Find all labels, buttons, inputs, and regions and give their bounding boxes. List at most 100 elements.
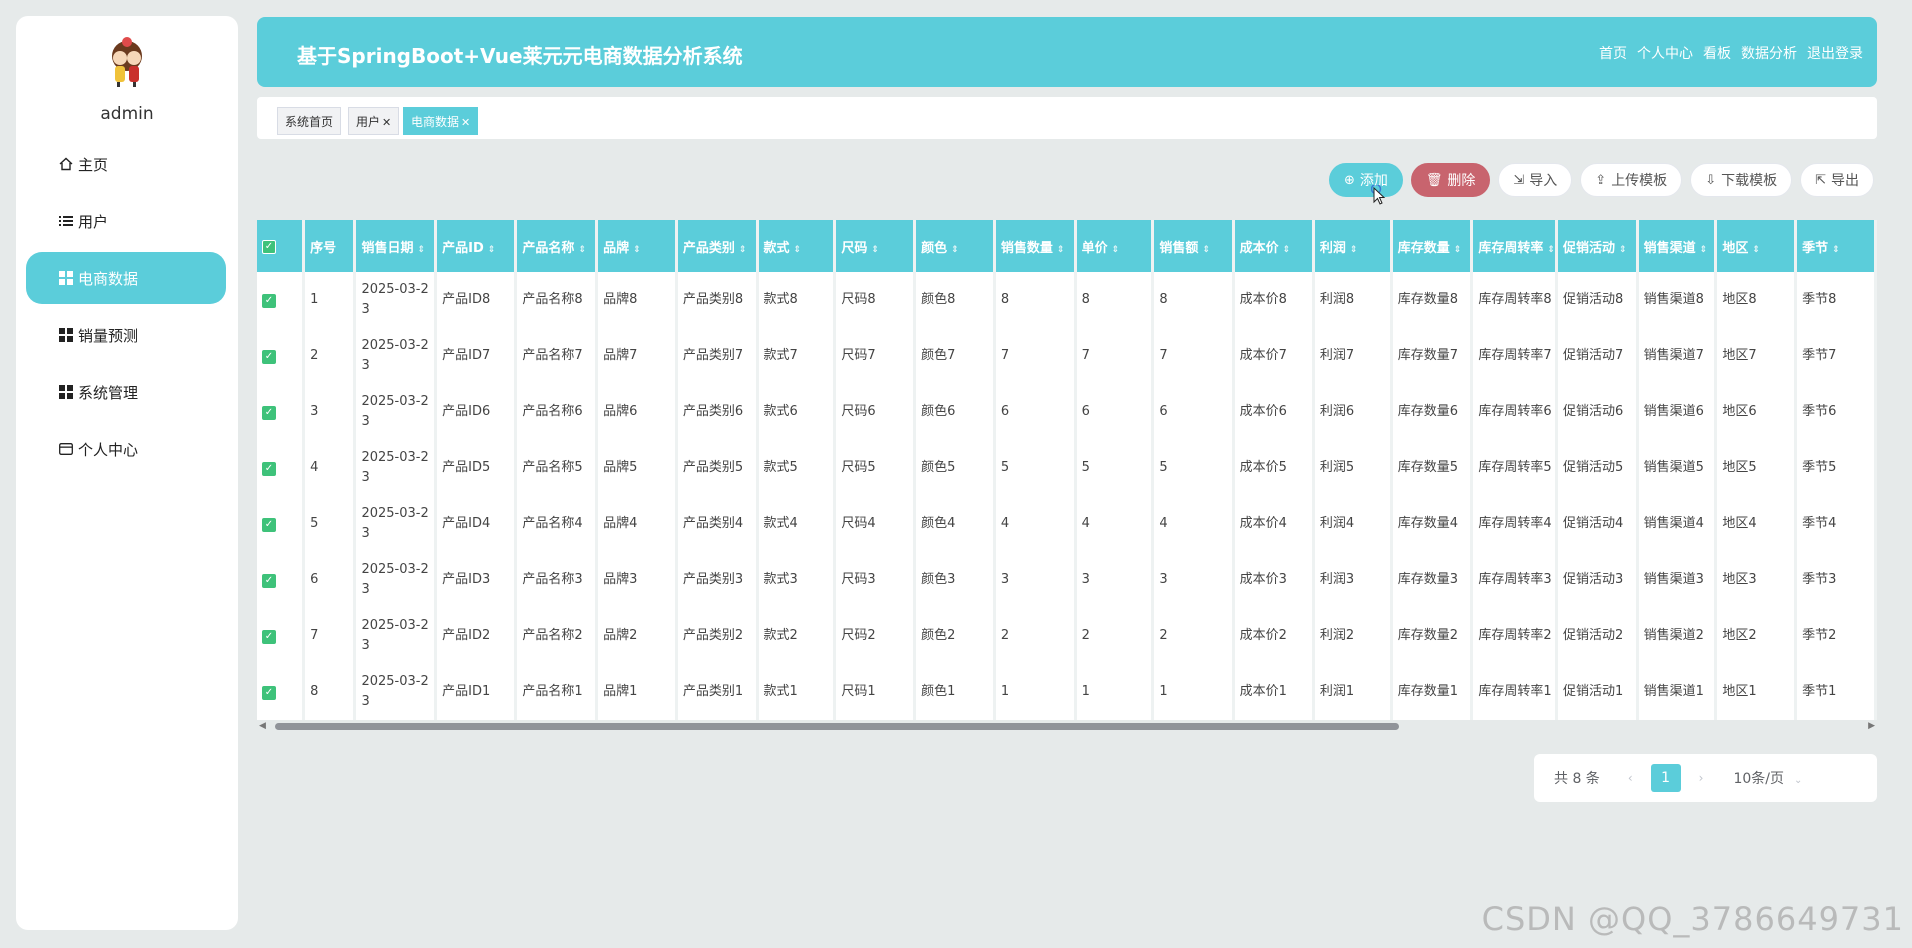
cell-cost-price: 成本价1	[1235, 664, 1315, 720]
table-row[interactable]: ✓ 5 2025-03-23 产品ID4 产品名称4 品牌4 产品类别4 款式4 尺码4 颜色4 4…	[257, 496, 1877, 552]
avatar[interactable]	[104, 36, 150, 88]
nav-dashboard[interactable]: 看板	[1703, 43, 1731, 63]
row-checkbox[interactable]: ✓	[262, 406, 276, 420]
sort-icon[interactable]: ⇕	[1283, 245, 1291, 255]
delete-button[interactable]: 🗑 删除	[1410, 163, 1491, 197]
download-template-button[interactable]: ⇩ 下载模板	[1690, 163, 1793, 197]
sidebar-item-system-management[interactable]: 系统管理	[26, 366, 226, 418]
select-all-checkbox[interactable]: ✓	[262, 240, 276, 254]
table-row[interactable]: ✓ 4 2025-03-23 产品ID5 产品名称5 品牌5 产品类别5 款式5 尺码5 颜色5 5…	[257, 440, 1877, 496]
column-header-unit-price[interactable]: 单价 ⇕	[1076, 220, 1155, 272]
cell-sales-amount: 6	[1154, 384, 1235, 440]
column-header-label: 产品类别	[682, 240, 735, 256]
sidebar-item-sales-forecast[interactable]: 销量预测	[26, 309, 226, 361]
prev-page-icon[interactable]: ‹	[1628, 771, 1633, 785]
card-icon	[58, 441, 74, 457]
row-checkbox[interactable]: ✓	[262, 630, 276, 644]
data-table: ✓ 序号 销售日期 ⇕ 产品ID ⇕ 产品名称 ⇕ 品牌 ⇕ 产品类别 ⇕ 款式 ⇕ 尺码 ⇕ 颜色 ⇕ 销售数量…	[257, 220, 1877, 720]
column-header-brand[interactable]: 品牌 ⇕	[598, 220, 678, 272]
close-icon[interactable]: ✕	[382, 116, 391, 129]
table-row[interactable]: ✓ 2 2025-03-23 产品ID7 产品名称7 品牌7 产品类别7 款式7 尺码7 颜色7 7…	[257, 328, 1877, 384]
column-header-style[interactable]: 款式 ⇕	[758, 220, 837, 272]
table-row[interactable]: ✓ 1 2025-03-23 产品ID8 产品名称8 品牌8 产品类别8 款式8 尺码8 颜色8 8…	[257, 272, 1877, 328]
add-button[interactable]: ⊕ 添加	[1328, 163, 1403, 197]
sort-icon[interactable]: ⇕	[1832, 245, 1840, 255]
cell-sales-channel: 销售渠道7	[1639, 328, 1718, 384]
sort-icon[interactable]: ⇕	[1700, 245, 1708, 255]
column-header-product-category[interactable]: 产品类别 ⇕	[677, 220, 759, 272]
nav-data-analysis[interactable]: 数据分析	[1741, 43, 1797, 63]
table-row[interactable]: ✓ 6 2025-03-23 产品ID3 产品名称3 品牌3 产品类别3 款式3 尺码3 颜色3 3…	[257, 552, 1877, 608]
sort-icon[interactable]: ⇕	[1202, 245, 1210, 255]
cell-sales-qty: 1	[996, 664, 1077, 720]
tab-users[interactable]: 用户 ✕	[348, 107, 400, 135]
upload-template-button[interactable]: ⇪ 上传模板	[1580, 163, 1683, 197]
column-header-region[interactable]: 地区 ⇕	[1717, 220, 1798, 272]
row-checkbox[interactable]: ✓	[262, 686, 276, 700]
sort-icon[interactable]: ⇕	[794, 245, 802, 255]
column-header-sale-date[interactable]: 销售日期 ⇕	[356, 220, 438, 272]
sort-icon[interactable]: ⇕	[739, 245, 747, 255]
sidebar-item-home[interactable]: 主页	[26, 138, 226, 190]
sort-icon[interactable]: ⇕	[1112, 245, 1120, 255]
horizontal-scrollbar[interactable]: ◀ ▶	[257, 718, 1877, 734]
export-button[interactable]: ⇱ 导出	[1800, 163, 1874, 197]
close-icon[interactable]: ✕	[461, 116, 470, 129]
page-number-current[interactable]: 1	[1650, 764, 1681, 792]
column-header-index[interactable]: 序号	[305, 220, 357, 272]
sort-icon[interactable]: ⇕	[633, 245, 641, 255]
next-page-icon[interactable]: ›	[1699, 771, 1704, 785]
column-header-profit[interactable]: 利润 ⇕	[1314, 220, 1393, 272]
select-all-cell[interactable]: ✓	[257, 220, 306, 272]
column-header-stock-qty[interactable]: 库存数量 ⇕	[1392, 220, 1474, 272]
column-header-product-id[interactable]: 产品ID ⇕	[437, 220, 518, 272]
column-header-label: 产品名称	[522, 240, 575, 256]
cell-stock-qty: 库存数量6	[1393, 384, 1474, 440]
sort-icon[interactable]: ⇕	[1350, 245, 1358, 255]
scrollbar-thumb[interactable]	[275, 723, 1399, 730]
sort-icon[interactable]: ⇕	[488, 245, 496, 255]
sort-icon[interactable]: ⇕	[1752, 245, 1760, 255]
column-header-product-name[interactable]: 产品名称 ⇕	[517, 220, 599, 272]
column-header-sales-qty[interactable]: 销售数量 ⇕	[995, 220, 1077, 272]
column-header-cost-price[interactable]: 成本价 ⇕	[1234, 220, 1315, 272]
column-header-stock-turnover[interactable]: 库存周转率 ⇕	[1473, 220, 1558, 272]
nav-logout[interactable]: 退出登录	[1807, 43, 1863, 63]
table-row[interactable]: ✓ 3 2025-03-23 产品ID6 产品名称6 品牌6 产品类别6 款式6 尺码6 颜色6 6…	[257, 384, 1877, 440]
sidebar-item-profile[interactable]: 个人中心	[26, 423, 226, 475]
sort-icon[interactable]: ⇕	[951, 245, 959, 255]
sort-icon[interactable]: ⇕	[417, 245, 425, 255]
column-header-season[interactable]: 季节 ⇕	[1797, 220, 1877, 272]
column-header-size[interactable]: 尺码 ⇕	[836, 220, 917, 272]
row-checkbox[interactable]: ✓	[262, 350, 276, 364]
table-row[interactable]: ✓ 8 2025-03-23 产品ID1 产品名称1 品牌1 产品类别1 款式1 尺码1 颜色1 1…	[257, 664, 1877, 720]
column-header-sales-channel[interactable]: 销售渠道 ⇕	[1638, 220, 1718, 272]
table-row[interactable]: ✓ 7 2025-03-23 产品ID2 产品名称2 品牌2 产品类别2 款式2 尺码2 颜色2 2…	[257, 608, 1877, 664]
scroll-left-icon[interactable]: ◀	[259, 721, 266, 731]
import-button[interactable]: ⇲ 导入	[1498, 163, 1573, 197]
cell-index: 3	[305, 384, 357, 440]
column-header-sales-amount[interactable]: 销售额 ⇕	[1154, 220, 1235, 272]
cell-style: 款式2	[759, 608, 837, 664]
tab-ecommerce-data[interactable]: 电商数据 ✕	[403, 107, 479, 135]
sidebar-item-users[interactable]: 用户	[26, 195, 226, 247]
scroll-right-icon[interactable]: ▶	[1868, 721, 1875, 731]
sort-icon[interactable]: ⇕	[1547, 245, 1555, 255]
sort-icon[interactable]: ⇕	[1057, 245, 1065, 255]
page-size-select[interactable]: 10条/页 ⌄	[1733, 768, 1802, 788]
sort-icon[interactable]: ⇕	[578, 245, 586, 255]
sort-icon[interactable]: ⇕	[871, 245, 879, 255]
nav-profile[interactable]: 个人中心	[1637, 43, 1693, 63]
sidebar-item-ecommerce-data[interactable]: 电商数据	[26, 252, 226, 304]
row-checkbox[interactable]: ✓	[262, 294, 276, 308]
tab-system-home[interactable]: 系统首页	[277, 107, 342, 135]
column-header-color[interactable]: 颜色 ⇕	[916, 220, 996, 272]
column-header-promotion[interactable]: 促销活动 ⇕	[1557, 220, 1639, 272]
sort-icon[interactable]: ⇕	[1619, 245, 1627, 255]
nav-home[interactable]: 首页	[1599, 43, 1627, 63]
row-checkbox[interactable]: ✓	[262, 518, 276, 532]
row-checkbox[interactable]: ✓	[262, 574, 276, 588]
row-checkbox[interactable]: ✓	[262, 462, 276, 476]
cell-region: 地区8	[1717, 272, 1798, 328]
sort-icon[interactable]: ⇕	[1454, 245, 1462, 255]
